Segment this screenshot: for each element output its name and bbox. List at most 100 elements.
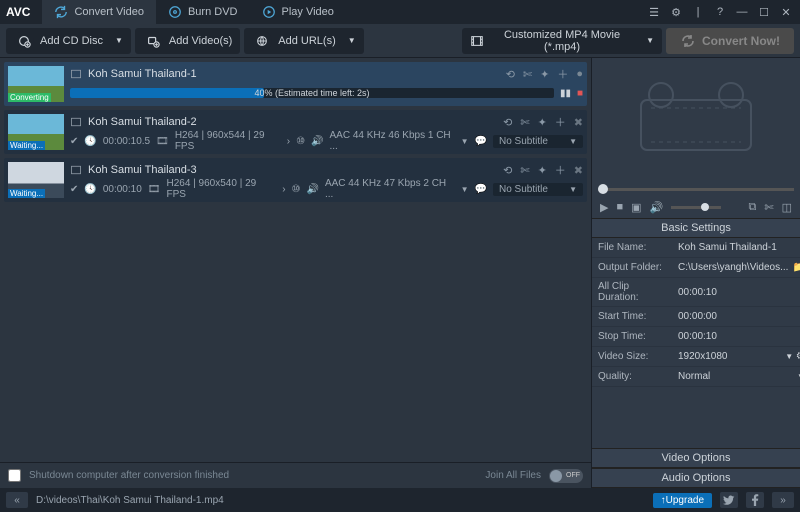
quality-select[interactable]: Normal▼ bbox=[672, 367, 800, 387]
button-label: Add CD Disc bbox=[40, 35, 103, 47]
settings-icon[interactable]: ⚙ bbox=[668, 4, 684, 20]
next-button[interactable]: » bbox=[772, 492, 794, 508]
audio-options-button[interactable]: Audio Options bbox=[592, 468, 800, 488]
tab-play-video[interactable]: Play Video bbox=[250, 0, 346, 24]
progress-text: 40% (Estimated time left: 2s) bbox=[254, 88, 369, 98]
tab-label: Play Video bbox=[282, 6, 334, 18]
divider: | bbox=[690, 4, 706, 20]
stop-button[interactable]: ■ bbox=[577, 88, 583, 99]
video-options-button[interactable]: Video Options bbox=[592, 448, 800, 468]
app-logo: AVC bbox=[6, 5, 30, 19]
volume-slider[interactable] bbox=[671, 206, 721, 209]
twitter-icon[interactable] bbox=[720, 492, 738, 508]
basic-settings-heading: Basic Settings bbox=[592, 218, 800, 238]
crop-icon[interactable]: ◫ bbox=[782, 201, 792, 214]
video-item[interactable]: Waiting... Koh Samui Thailand-2 ⟲ ✄ ✦ ＋ … bbox=[4, 110, 587, 154]
facebook-icon[interactable] bbox=[746, 492, 764, 508]
check-icon[interactable]: ✔ bbox=[70, 136, 78, 147]
audio-icon: ⑩ bbox=[292, 184, 301, 195]
tab-burn-dvd[interactable]: Burn DVD bbox=[156, 0, 250, 24]
preview-panel bbox=[592, 58, 800, 182]
close-button[interactable]: ✕ bbox=[778, 4, 794, 20]
button-label: Add Video(s) bbox=[169, 35, 232, 47]
setting-key: All Clip Duration: bbox=[592, 278, 672, 307]
shutdown-label: Shutdown computer after conversion finis… bbox=[29, 470, 229, 481]
film-icon bbox=[470, 34, 484, 48]
add-cd-disc-button[interactable]: Add CD Disc ▼ bbox=[6, 28, 131, 54]
video-item[interactable]: Converting Koh Samui Thailand-1 ⟲ ✄ ✦ ＋ … bbox=[4, 62, 587, 106]
effects-icon[interactable]: ✦ bbox=[540, 68, 549, 81]
tab-convert-video[interactable]: Convert Video bbox=[42, 0, 156, 24]
expand-icon[interactable]: › bbox=[282, 184, 285, 195]
thumbnail: Waiting... bbox=[8, 114, 64, 150]
shutdown-checkbox[interactable] bbox=[8, 469, 21, 482]
stop-button[interactable]: ■ bbox=[616, 201, 623, 213]
remove-icon[interactable]: ✖ bbox=[574, 116, 583, 129]
cut-icon[interactable]: ✄ bbox=[523, 68, 532, 81]
prev-button[interactable]: « bbox=[6, 492, 28, 508]
play-icon bbox=[262, 5, 276, 19]
folder-icon[interactable]: 📁 bbox=[792, 262, 800, 273]
pause-button[interactable]: ▮▮ bbox=[560, 88, 571, 99]
cut-icon[interactable]: ✄ bbox=[520, 164, 529, 177]
effects-icon[interactable]: ✦ bbox=[538, 116, 547, 129]
film-icon bbox=[70, 116, 82, 128]
chevron-down-icon[interactable]: ▼ bbox=[461, 185, 469, 194]
clock-icon: 🕓 bbox=[84, 136, 96, 147]
button-label: Add URL(s) bbox=[278, 35, 335, 47]
upgrade-button[interactable]: ↑Upgrade bbox=[653, 493, 712, 508]
output-profile-select[interactable]: Customized MP4 Movie (*.mp4) ▼ bbox=[462, 28, 662, 54]
refresh-icon[interactable]: ⟲ bbox=[503, 116, 512, 129]
remove-icon[interactable]: ● bbox=[576, 68, 583, 80]
cut-icon[interactable]: ✄ bbox=[520, 116, 529, 129]
remove-icon[interactable]: ✖ bbox=[574, 164, 583, 177]
duration: 00:00:10.5 bbox=[103, 136, 150, 147]
play-button[interactable]: ▶ bbox=[600, 201, 608, 214]
convert-now-button[interactable]: Convert Now! bbox=[666, 28, 794, 54]
filmreel-icon bbox=[631, 80, 761, 160]
expand-icon[interactable]: › bbox=[287, 136, 290, 147]
subtitle-select[interactable]: No Subtitle▼ bbox=[493, 135, 583, 148]
add-icon[interactable]: ＋ bbox=[555, 162, 566, 178]
refresh-icon[interactable]: ⟲ bbox=[506, 68, 515, 81]
maximize-button[interactable]: ☐ bbox=[756, 4, 772, 20]
check-icon[interactable]: ✔ bbox=[70, 184, 78, 195]
video-title: Koh Samui Thailand-3 bbox=[88, 164, 497, 176]
cut-icon[interactable]: ✄ bbox=[764, 201, 773, 214]
join-all-toggle[interactable]: OFF bbox=[549, 469, 583, 483]
seek-slider[interactable] bbox=[598, 188, 794, 191]
add-videos-button[interactable]: Add Video(s) bbox=[135, 28, 240, 54]
add-icon[interactable]: ＋ bbox=[557, 66, 568, 82]
status-path: D:\videos\Thai\Koh Samui Thailand-1.mp4 bbox=[36, 495, 224, 506]
file-name-value[interactable]: Koh Samui Thailand-1 bbox=[672, 238, 800, 258]
video-item[interactable]: Waiting... Koh Samui Thailand-3 ⟲ ✄ ✦ ＋ … bbox=[4, 158, 587, 202]
duration: 00:00:10 bbox=[103, 184, 142, 195]
tab-label: Convert Video bbox=[74, 6, 144, 18]
video-size-select[interactable]: 1920x1080▼ ⚙ bbox=[672, 347, 800, 367]
output-folder-value[interactable]: C:\Users\yangh\Videos...📁 bbox=[672, 258, 800, 278]
refresh-icon[interactable]: ⟲ bbox=[503, 164, 512, 177]
start-time-value[interactable]: 00:00:00 bbox=[672, 307, 800, 327]
stop-time-value[interactable]: 00:00:10 bbox=[672, 327, 800, 347]
add-urls-button[interactable]: Add URL(s) ▼ bbox=[244, 28, 363, 54]
setting-key: Stop Time: bbox=[592, 327, 672, 347]
thumbnail: Converting bbox=[8, 66, 64, 102]
chevron-down-icon: ▼ bbox=[115, 36, 123, 45]
setting-key: File Name: bbox=[592, 238, 672, 258]
menu-icon[interactable]: ☰ bbox=[646, 4, 662, 20]
video-title: Koh Samui Thailand-1 bbox=[88, 68, 500, 80]
snapshot-button[interactable]: ▣ bbox=[631, 201, 641, 214]
chevron-down-icon[interactable]: ▼ bbox=[461, 137, 469, 146]
chevron-down-icon: ▼ bbox=[646, 36, 654, 45]
gear-icon[interactable]: ⚙ bbox=[796, 351, 800, 362]
minimize-button[interactable]: — bbox=[734, 4, 750, 20]
subtitle-select[interactable]: No Subtitle▼ bbox=[493, 183, 583, 196]
effects-icon[interactable]: ✦ bbox=[538, 164, 547, 177]
add-icon[interactable]: ＋ bbox=[555, 114, 566, 130]
help-icon[interactable]: ? bbox=[712, 4, 728, 20]
clock-icon: 🕓 bbox=[84, 184, 96, 195]
acodec: AAC 44 KHz 47 Kbps 2 CH ... bbox=[325, 178, 455, 200]
volume-icon[interactable]: 🔊 bbox=[650, 201, 664, 214]
link-icon[interactable]: ⧉ bbox=[749, 201, 757, 214]
all-clip-value: 00:00:10 bbox=[672, 278, 800, 307]
